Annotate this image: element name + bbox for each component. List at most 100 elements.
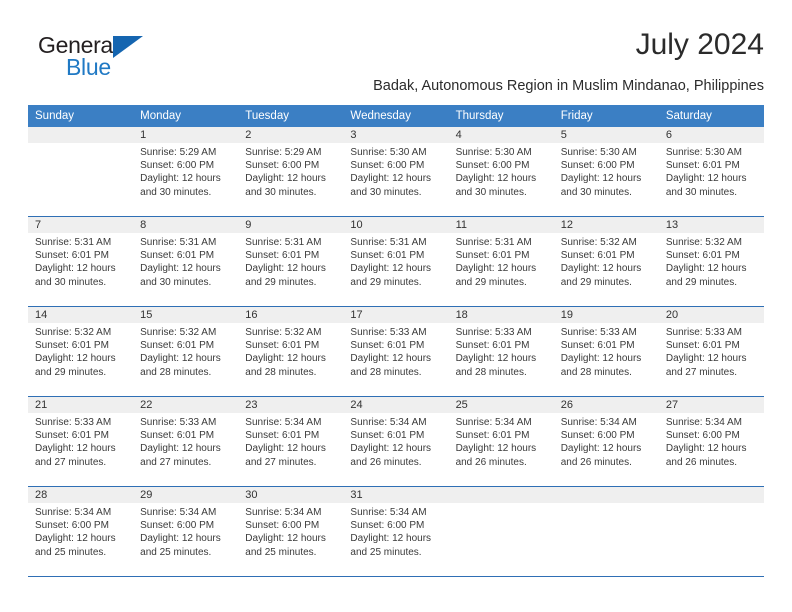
- calendar-day-cell[interactable]: 5 Sunrise: 5:30 AM Sunset: 6:00 PM Daylight…: [553, 127, 659, 217]
- calendar-day-cell[interactable]: 15 Sunrise: 5:32 AM Sunset: 6:01 PM Dayligh…: [133, 306, 239, 397]
- daylight-text-line1: Daylight: 12 hours: [665, 353, 747, 365]
- calendar-day-cell[interactable]: 26 Sunrise: 5:34 AM Sunset: 6:00 PM Dayligh…: [553, 396, 659, 487]
- day-cell-content: 22 Sunrise: 5:33 AM Sunset: 6:01 PM Dayligh…: [133, 397, 239, 486]
- daylight-text-line2: and 30 minutes.: [455, 186, 527, 198]
- day-cell-content: 13 Sunrise: 5:32 AM Sunset: 6:01 PM Dayligh…: [658, 217, 764, 306]
- calendar-day-cell[interactable]: 11 Sunrise: 5:31 AM Sunset: 6:01 PM Dayligh…: [448, 216, 554, 307]
- sunset-text: Sunset: 6:01 PM: [665, 250, 740, 262]
- sunrise-text: Sunrise: 5:33 AM: [140, 417, 217, 428]
- calendar-day-cell[interactable]: 24 Sunrise: 5:34 AM Sunset: 6:01 PM Dayligh…: [343, 396, 449, 487]
- day-number: [658, 487, 764, 503]
- calendar-day-cell[interactable]: 27 Sunrise: 5:34 AM Sunset: 6:00 PM Dayligh…: [658, 396, 764, 487]
- calendar-day-cell[interactable]: 31 Sunrise: 5:34 AM Sunset: 6:00 PM Dayligh…: [343, 486, 449, 577]
- daylight-text-line1: Daylight: 12 hours: [35, 263, 116, 275]
- calendar-week-row: 28 Sunrise: 5:34 AM Sunset: 6:00 PM Dayligh…: [28, 486, 764, 577]
- daylight-text-line1: Daylight: 12 hours: [560, 263, 642, 275]
- daylight-text-line2: and 26 minutes.: [350, 456, 422, 468]
- calendar-day-cell[interactable]: 3 Sunrise: 5:30 AM Sunset: 6:00 PM Daylight…: [343, 127, 449, 217]
- day-details: Sunrise: 5:30 AM Sunset: 6:00 PM Daylight:…: [449, 143, 554, 199]
- calendar-day-cell: [658, 486, 764, 577]
- daylight-text-line1: Daylight: 12 hours: [140, 443, 221, 455]
- sunset-text: Sunset: 6:01 PM: [350, 340, 425, 352]
- calendar-day-cell[interactable]: 12 Sunrise: 5:32 AM Sunset: 6:01 PM Dayligh…: [553, 216, 659, 307]
- daylight-text-line2: and 25 minutes.: [350, 546, 422, 558]
- calendar-day-cell[interactable]: 8 Sunrise: 5:31 AM Sunset: 6:01 PM Daylight…: [133, 216, 239, 307]
- sunset-text: Sunset: 6:00 PM: [665, 430, 740, 442]
- daylight-text-line1: Daylight: 12 hours: [245, 533, 326, 545]
- calendar-day-cell[interactable]: 10 Sunrise: 5:31 AM Sunset: 6:01 PM Dayligh…: [343, 216, 449, 307]
- calendar-day-cell: [28, 127, 134, 217]
- calendar-day-cell[interactable]: 13 Sunrise: 5:32 AM Sunset: 6:01 PM Dayligh…: [658, 216, 764, 307]
- sunrise-text: Sunrise: 5:33 AM: [35, 417, 112, 428]
- day-cell-content: 25 Sunrise: 5:34 AM Sunset: 6:01 PM Dayligh…: [448, 397, 554, 486]
- daylight-text-line2: and 27 minutes.: [665, 366, 738, 378]
- sunset-text: Sunset: 6:00 PM: [560, 430, 635, 442]
- page-subtitle: Badak, Autonomous Region in Muslim Minda…: [373, 78, 764, 94]
- sunrise-text: Sunrise: 5:34 AM: [455, 417, 532, 428]
- day-cell-content: 7 Sunrise: 5:31 AM Sunset: 6:01 PM Daylight…: [28, 217, 134, 306]
- calendar-day-cell[interactable]: 30 Sunrise: 5:34 AM Sunset: 6:00 PM Dayligh…: [238, 486, 344, 577]
- day-number: 22: [133, 397, 239, 413]
- calendar-day-cell[interactable]: 20 Sunrise: 5:33 AM Sunset: 6:01 PM Dayligh…: [658, 306, 764, 397]
- daylight-text-line1: Daylight: 12 hours: [665, 173, 747, 185]
- page-header: General Blue July 2024 Badak, Autonomous…: [28, 28, 764, 98]
- day-details: Sunrise: 5:31 AM Sunset: 6:01 PM Daylight:…: [133, 233, 238, 289]
- day-cell-content: 29 Sunrise: 5:34 AM Sunset: 6:00 PM Dayligh…: [133, 487, 239, 576]
- sunrise-text: Sunrise: 5:34 AM: [245, 507, 322, 518]
- calendar-day-cell[interactable]: 16 Sunrise: 5:32 AM Sunset: 6:01 PM Dayligh…: [238, 306, 344, 397]
- weekday-header-saturday: Saturday: [658, 105, 764, 127]
- calendar-day-cell[interactable]: 9 Sunrise: 5:31 AM Sunset: 6:01 PM Daylight…: [238, 216, 344, 307]
- calendar-day-cell[interactable]: 4 Sunrise: 5:30 AM Sunset: 6:00 PM Daylight…: [448, 127, 554, 217]
- day-details: Sunrise: 5:34 AM Sunset: 6:01 PM Daylight:…: [238, 413, 343, 469]
- daylight-text-line2: and 26 minutes.: [560, 456, 632, 468]
- weekday-header-wednesday: Wednesday: [343, 105, 449, 127]
- calendar-day-cell[interactable]: 7 Sunrise: 5:31 AM Sunset: 6:01 PM Daylight…: [28, 216, 134, 307]
- calendar-day-cell[interactable]: 19 Sunrise: 5:33 AM Sunset: 6:01 PM Dayligh…: [553, 306, 659, 397]
- sunrise-text: Sunrise: 5:32 AM: [560, 237, 637, 248]
- sunrise-text: Sunrise: 5:29 AM: [245, 147, 322, 158]
- calendar-day-cell[interactable]: 1 Sunrise: 5:29 AM Sunset: 6:00 PM Daylight…: [133, 127, 239, 217]
- daylight-text-line1: Daylight: 12 hours: [35, 353, 116, 365]
- calendar-day-cell[interactable]: 25 Sunrise: 5:34 AM Sunset: 6:01 PM Dayligh…: [448, 396, 554, 487]
- day-cell-content: 21 Sunrise: 5:33 AM Sunset: 6:01 PM Dayligh…: [28, 397, 134, 486]
- daylight-text-line1: Daylight: 12 hours: [35, 533, 116, 545]
- daylight-text-line1: Daylight: 12 hours: [455, 263, 537, 275]
- calendar-day-cell[interactable]: 22 Sunrise: 5:33 AM Sunset: 6:01 PM Dayligh…: [133, 396, 239, 487]
- weekday-header-monday: Monday: [133, 105, 239, 127]
- calendar-day-cell[interactable]: 17 Sunrise: 5:33 AM Sunset: 6:01 PM Dayligh…: [343, 306, 449, 397]
- sunset-text: Sunset: 6:01 PM: [455, 250, 530, 262]
- day-number: 15: [133, 307, 239, 323]
- daylight-text-line1: Daylight: 12 hours: [560, 173, 642, 185]
- sunset-text: Sunset: 6:01 PM: [350, 430, 425, 442]
- daylight-text-line2: and 29 minutes.: [455, 276, 527, 288]
- calendar-day-cell[interactable]: 28 Sunrise: 5:34 AM Sunset: 6:00 PM Dayligh…: [28, 486, 134, 577]
- calendar-day-cell: [553, 486, 659, 577]
- day-number: 16: [238, 307, 344, 323]
- day-number: 21: [28, 397, 134, 413]
- day-cell-content: 12 Sunrise: 5:32 AM Sunset: 6:01 PM Dayligh…: [553, 217, 659, 306]
- daylight-text-line1: Daylight: 12 hours: [140, 173, 221, 185]
- calendar-day-cell[interactable]: 6 Sunrise: 5:30 AM Sunset: 6:01 PM Daylight…: [658, 127, 764, 217]
- sunrise-text: Sunrise: 5:33 AM: [350, 327, 427, 338]
- calendar-day-cell[interactable]: 29 Sunrise: 5:34 AM Sunset: 6:00 PM Dayligh…: [133, 486, 239, 577]
- day-cell-content: [553, 487, 659, 576]
- sunset-text: Sunset: 6:01 PM: [665, 160, 740, 172]
- day-details: Sunrise: 5:33 AM Sunset: 6:01 PM Daylight:…: [28, 413, 133, 469]
- day-number: 6: [658, 127, 764, 143]
- calendar-day-cell[interactable]: 21 Sunrise: 5:33 AM Sunset: 6:01 PM Dayligh…: [28, 396, 134, 487]
- daylight-text-line1: Daylight: 12 hours: [350, 263, 432, 275]
- daylight-text-line2: and 29 minutes.: [665, 276, 738, 288]
- daylight-text-line2: and 26 minutes.: [455, 456, 527, 468]
- sunset-text: Sunset: 6:01 PM: [140, 340, 215, 352]
- day-cell-content: 2 Sunrise: 5:29 AM Sunset: 6:00 PM Daylight…: [238, 127, 344, 216]
- calendar-day-cell[interactable]: 23 Sunrise: 5:34 AM Sunset: 6:01 PM Dayligh…: [238, 396, 344, 487]
- calendar-day-cell[interactable]: 2 Sunrise: 5:29 AM Sunset: 6:00 PM Daylight…: [238, 127, 344, 217]
- general-blue-logo[interactable]: General Blue: [38, 32, 208, 88]
- calendar-day-cell[interactable]: 14 Sunrise: 5:32 AM Sunset: 6:01 PM Dayligh…: [28, 306, 134, 397]
- day-number: 29: [133, 487, 239, 503]
- day-cell-content: 10 Sunrise: 5:31 AM Sunset: 6:01 PM Dayligh…: [343, 217, 449, 306]
- day-number: [28, 127, 134, 143]
- calendar-day-cell[interactable]: 18 Sunrise: 5:33 AM Sunset: 6:01 PM Dayligh…: [448, 306, 554, 397]
- day-number: 11: [448, 217, 554, 233]
- day-number: 10: [343, 217, 449, 233]
